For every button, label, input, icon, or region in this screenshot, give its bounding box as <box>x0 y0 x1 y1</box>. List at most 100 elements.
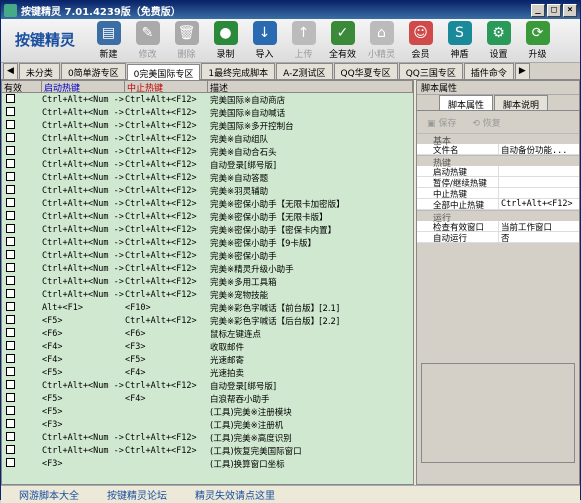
valid-checkbox[interactable] <box>6 275 15 285</box>
prop-value[interactable]: 自动备份功能... <box>499 144 579 154</box>
table-row[interactable]: Ctrl+Alt+<Num -> Ctrl+Alt+<F12> 完美国际※多开控制台 <box>2 119 413 132</box>
prop-row[interactable]: 文件名 自动备份功能... <box>417 144 579 156</box>
prop-section[interactable]: 热键 <box>417 155 579 169</box>
tab-4[interactable]: A-Z测试区 <box>276 63 333 79</box>
toolbar-button-9[interactable]: S 神盾 <box>440 21 479 60</box>
table-row[interactable]: Ctrl+Alt+<Num -> Ctrl+Alt+<F12> 完美※自动合石头 <box>2 145 413 158</box>
toolbar-button-1[interactable]: ✎ 修改 <box>128 21 167 60</box>
table-row[interactable]: Ctrl+Alt+<Num -> Ctrl+Alt+<F12> 完美※自动组队 <box>2 132 413 145</box>
table-row[interactable]: Ctrl+Alt+<Num -> Ctrl+Alt+<F12> 完美※密保小助手 <box>2 249 413 262</box>
header-valid[interactable]: 有效 <box>2 81 42 94</box>
valid-checkbox[interactable] <box>6 288 15 298</box>
valid-checkbox[interactable] <box>6 418 15 428</box>
table-row[interactable]: <F5> <F4> 白浪帮吞小助手 <box>2 392 413 405</box>
table-row[interactable]: Alt+<F1> <F10> 完美※彩色字喊话【前台版】[2.1] <box>2 301 413 314</box>
toolbar-button-10[interactable]: ⚙ 设置 <box>479 21 518 60</box>
toolbar-button-4[interactable]: ↓ 导入 <box>245 21 284 60</box>
table-row[interactable]: <F5> Ctrl+Alt+<F12> 完美※彩色字喊话【后台版】[2.2] <box>2 314 413 327</box>
prop-section[interactable]: 运行 <box>417 210 579 224</box>
save-button[interactable]: ▣ 保存 <box>427 116 456 129</box>
toolbar-button-7[interactable]: ⌂ 小精灵 <box>362 21 401 60</box>
table-row[interactable]: <F5> <F4> 光速拍卖 <box>2 366 413 379</box>
valid-checkbox[interactable] <box>6 340 15 350</box>
table-row[interactable]: Ctrl+Alt+<Num -> Ctrl+Alt+<F12> 自动登录[绑号版] <box>2 379 413 392</box>
tab-6[interactable]: QQ三国专区 <box>398 63 463 79</box>
table-row[interactable]: Ctrl+Alt+<Num -> Ctrl+Alt+<F12> 完美※密保小助手【密… <box>2 223 413 236</box>
restore-button[interactable]: ⟲ 恢复 <box>472 116 500 129</box>
valid-checkbox[interactable] <box>6 106 15 116</box>
valid-checkbox[interactable] <box>6 145 15 155</box>
header-stop-hotkey[interactable]: 中止热键 <box>125 81 208 94</box>
table-row[interactable]: <F6> <F6> 鼠标左键连点 <box>2 327 413 340</box>
valid-checkbox[interactable] <box>6 392 15 402</box>
prop-row[interactable]: 中止热键 <box>417 188 579 200</box>
prop-row[interactable]: 全部中止热键 Ctrl+Alt+<F12> <box>417 199 579 211</box>
valid-checkbox[interactable] <box>6 353 15 363</box>
toolbar-button-8[interactable]: ☺ 会员 <box>401 21 440 60</box>
valid-checkbox[interactable] <box>6 236 15 246</box>
valid-checkbox[interactable] <box>6 405 15 415</box>
prop-section[interactable]: 基本 <box>417 133 579 147</box>
table-row[interactable]: Ctrl+Alt+<Num -> Ctrl+Alt+<F12> 完美※密保小助手【无… <box>2 210 413 223</box>
prop-value[interactable] <box>499 188 579 198</box>
toolbar-button-3[interactable]: ● 录制 <box>206 21 245 60</box>
table-row[interactable]: Ctrl+Alt+<Num -> Ctrl+Alt+<F12> (工具)完美※高度识… <box>2 431 413 444</box>
valid-checkbox[interactable] <box>6 158 15 168</box>
maximize-button[interactable]: □ <box>547 3 561 17</box>
valid-checkbox[interactable] <box>6 457 15 467</box>
close-button[interactable]: × <box>563 3 577 17</box>
toolbar-button-5[interactable]: ↑ 上传 <box>284 21 323 60</box>
toolbar-button-6[interactable]: ✓ 全有效 <box>323 21 362 60</box>
table-row[interactable]: Ctrl+Alt+<Num -> Ctrl+Alt+<F12> (工具)恢复完美国际… <box>2 444 413 457</box>
table-row[interactable]: Ctrl+Alt+<Num -> Ctrl+Alt+<F12> 完美※羽灵辅助 <box>2 184 413 197</box>
prop-value[interactable] <box>499 166 579 176</box>
table-row[interactable]: Ctrl+Alt+<Num -> Ctrl+Alt+<F12> 自动登录[绑号版] <box>2 158 413 171</box>
prop-value[interactable] <box>499 177 579 187</box>
table-row[interactable]: <F5> (工具)完美※注册模块 <box>2 405 413 418</box>
prop-row[interactable]: 启动热键 <box>417 166 579 178</box>
tab-2[interactable]: 0完美国际专区 <box>126 64 201 80</box>
prop-row[interactable]: 检查有效窗口 当前工作窗口 <box>417 221 579 233</box>
valid-checkbox[interactable] <box>6 93 15 103</box>
toolbar-button-2[interactable]: 🗑 删除 <box>167 21 206 60</box>
valid-checkbox[interactable] <box>6 366 15 376</box>
minimize-button[interactable]: _ <box>531 3 545 17</box>
valid-checkbox[interactable] <box>6 314 15 324</box>
table-row[interactable]: Ctrl+Alt+<Num -> Ctrl+Alt+<F12> 完美※自动答题 <box>2 171 413 184</box>
toolbar-button-11[interactable]: ⟳ 升级 <box>518 21 557 60</box>
prop-value[interactable]: 否 <box>499 232 579 242</box>
valid-checkbox[interactable] <box>6 444 15 454</box>
valid-checkbox[interactable] <box>6 379 15 389</box>
valid-checkbox[interactable] <box>6 223 15 233</box>
header-start-hotkey[interactable]: 启动热键 <box>42 81 125 94</box>
valid-checkbox[interactable] <box>6 301 15 311</box>
table-row[interactable]: Ctrl+Alt+<Num -> Ctrl+Alt+<F12> 完美国际※自动喊话 <box>2 106 413 119</box>
valid-checkbox[interactable] <box>6 197 15 207</box>
tab-5[interactable]: QQ华夏专区 <box>333 63 398 79</box>
table-row[interactable]: Ctrl+Alt+<Num -> Ctrl+Alt+<F12> 完美※多用工具箱 <box>2 275 413 288</box>
valid-checkbox[interactable] <box>6 262 15 272</box>
tab-scroll-left-icon[interactable]: ◀ <box>3 63 18 79</box>
valid-checkbox[interactable] <box>6 431 15 441</box>
tab-7[interactable]: 插件命令 <box>463 63 514 79</box>
valid-checkbox[interactable] <box>6 210 15 220</box>
table-row[interactable]: <F3> (工具)换算窗口坐标 <box>2 457 413 470</box>
valid-checkbox[interactable] <box>6 327 15 337</box>
toolbar-button-0[interactable]: ▤ 新建 <box>89 21 128 60</box>
table-row[interactable]: Ctrl+Alt+<Num -> Ctrl+Alt+<F12> 完美※宠物技能 <box>2 288 413 301</box>
prop-row[interactable]: 自动运行否 <box>417 232 579 244</box>
valid-checkbox[interactable] <box>6 171 15 181</box>
table-row[interactable]: Ctrl+Alt+<Num -> Ctrl+Alt+<F12> 完美※精灵升级小助手 <box>2 262 413 275</box>
table-row[interactable]: Ctrl+Alt+<Num -> Ctrl+Alt+<F12> 完美※密保小助手【无… <box>2 197 413 210</box>
tab-script-description[interactable]: 脚本说明 <box>494 95 549 111</box>
valid-checkbox[interactable] <box>6 184 15 194</box>
prop-value[interactable]: Ctrl+Alt+<F12> <box>499 199 579 209</box>
table-row[interactable]: Ctrl+Alt+<Num -> Ctrl+Alt+<F12> 完美※密保小助手【9… <box>2 236 413 249</box>
header-description[interactable]: 描述 <box>208 81 413 94</box>
prop-value[interactable]: 当前工作窗口 <box>499 221 579 231</box>
valid-checkbox[interactable] <box>6 119 15 129</box>
tab-1[interactable]: 0简单游专区 <box>60 63 126 79</box>
tab-0[interactable]: 未分类 <box>18 63 60 79</box>
prop-row[interactable]: 暂停/继续热键 <box>417 177 579 189</box>
table-row[interactable]: <F4> <F3> 收取邮件 <box>2 340 413 353</box>
